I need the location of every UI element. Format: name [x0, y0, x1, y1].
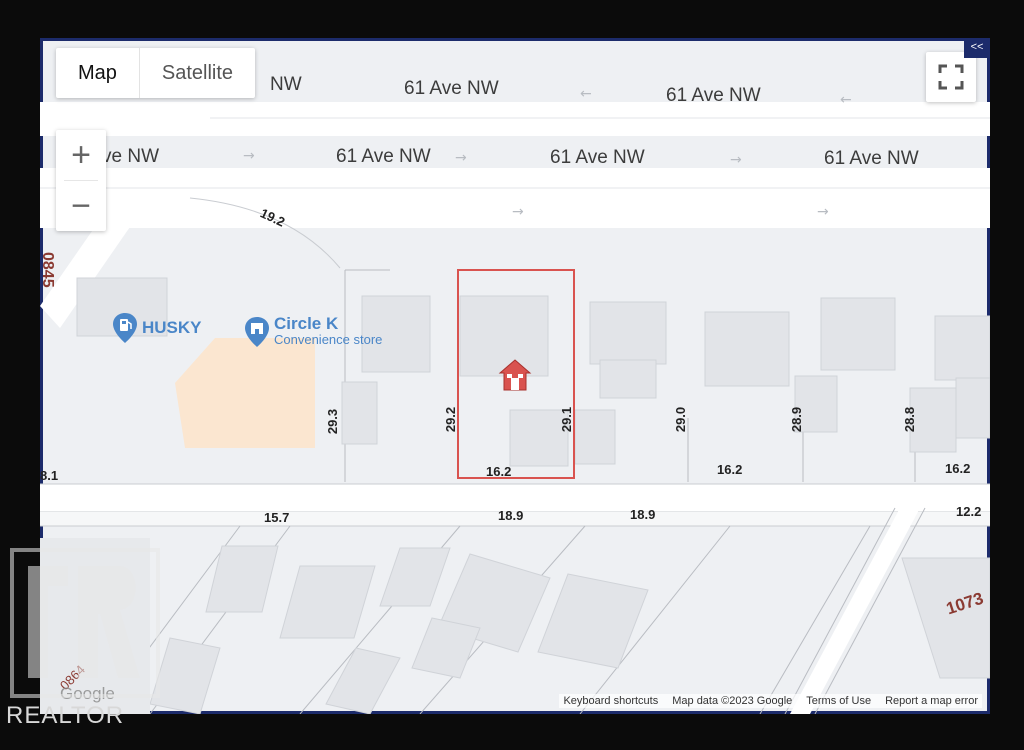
- building: [934, 315, 990, 381]
- svg-text:→: →: [512, 204, 524, 220]
- map-canvas[interactable]: ← ← → → → → → NW 61 Ave NW 61 Ave NW ve …: [40, 38, 990, 714]
- map-type-control: Map Satellite: [56, 48, 256, 98]
- fuel-pin-icon: [112, 312, 138, 344]
- map-footer: Keyboard shortcuts Map data ©2023 Google…: [559, 694, 982, 708]
- zoom-in-button[interactable]: +: [56, 130, 106, 180]
- lower-buildings: [149, 545, 990, 714]
- terms-of-use-link[interactable]: Terms of Use: [806, 695, 871, 707]
- screenshot-frame: ← ← → → → → → NW 61 Ave NW 61 Ave NW ve …: [0, 0, 1024, 750]
- collapse-panel-button[interactable]: <<: [964, 38, 990, 58]
- building: [794, 375, 838, 433]
- poi-sublabel: Convenience store: [274, 332, 383, 347]
- building: [589, 301, 667, 365]
- realtor-logo-icon: [10, 548, 160, 698]
- building: [574, 409, 616, 465]
- svg-text:→: →: [730, 152, 742, 168]
- fullscreen-icon: [926, 52, 976, 102]
- building: [341, 381, 378, 445]
- svg-text:→: →: [243, 148, 255, 164]
- store-pin-icon: [244, 316, 270, 348]
- road-lower: [40, 484, 990, 512]
- map-type-satellite-button[interactable]: Satellite: [138, 48, 255, 98]
- poi-text: Circle K Convenience store: [274, 314, 383, 348]
- map-type-map-button[interactable]: Map: [56, 48, 139, 98]
- report-map-error-link[interactable]: Report a map error: [885, 695, 978, 707]
- building: [599, 359, 657, 399]
- poi-circle-k[interactable]: Circle K Convenience store: [244, 314, 383, 348]
- svg-text:→: →: [455, 150, 467, 166]
- fuel-station-area: [175, 338, 315, 448]
- building: [909, 387, 957, 453]
- realtor-wordmark: REALTOR: [6, 702, 125, 729]
- svg-text:←: ←: [840, 92, 852, 108]
- map-data-attribution: Map data ©2023 Google: [672, 695, 793, 707]
- zoom-out-button[interactable]: −: [56, 181, 106, 231]
- svg-text:→: →: [817, 204, 829, 220]
- building: [955, 377, 990, 439]
- svg-text:←: ←: [580, 86, 592, 102]
- poi-label: HUSKY: [142, 318, 202, 337]
- building: [509, 409, 569, 467]
- poi-label: Circle K: [274, 314, 339, 333]
- keyboard-shortcuts-link[interactable]: Keyboard shortcuts: [563, 695, 658, 707]
- building: [704, 311, 790, 387]
- property-marker[interactable]: [498, 358, 532, 394]
- zoom-control: + −: [56, 130, 106, 231]
- building: [820, 297, 896, 371]
- fullscreen-button[interactable]: [926, 52, 976, 102]
- poi-husky[interactable]: HUSKY: [112, 312, 202, 344]
